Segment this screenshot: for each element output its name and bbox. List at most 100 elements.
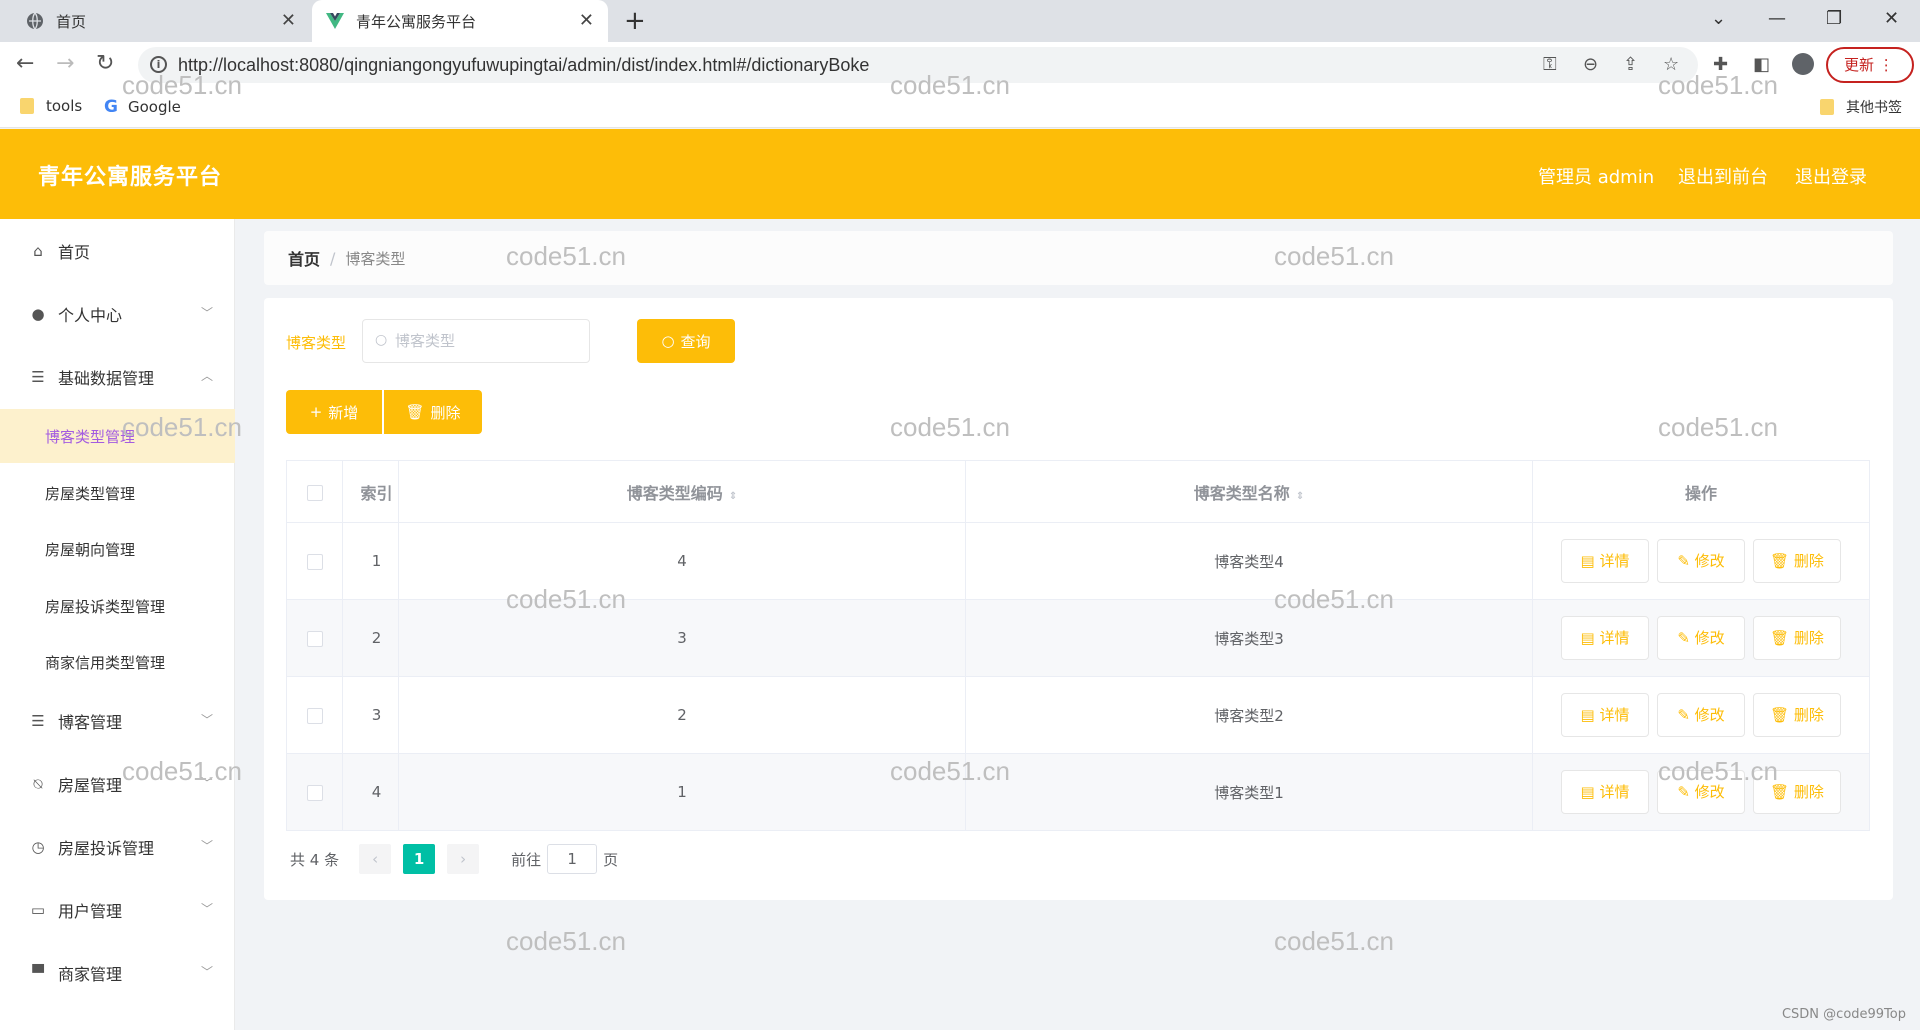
- row-checkbox[interactable]: [306, 553, 323, 570]
- search-field[interactable]: ○: [362, 319, 590, 363]
- goto-page-input[interactable]: 1: [547, 844, 598, 874]
- detail-button[interactable]: ▤ 详情: [1561, 770, 1649, 814]
- select-all-checkbox[interactable]: [306, 484, 323, 501]
- site-info-icon[interactable]: i: [150, 56, 167, 73]
- side-panel-icon[interactable]: ◧: [1753, 54, 1770, 75]
- row-select-cell: [286, 522, 343, 600]
- add-button[interactable]: + 新增: [286, 390, 382, 434]
- bookmark-tools[interactable]: tools: [20, 97, 82, 115]
- pagination: 共 4 条 ‹ 1 › 前往 1 页: [290, 844, 618, 874]
- back-icon[interactable]: ←: [16, 52, 34, 76]
- close-tab-icon[interactable]: ✕: [281, 12, 296, 30]
- search-icon: ○: [661, 332, 675, 350]
- close-tab-icon[interactable]: ✕: [579, 12, 594, 30]
- to-front-link[interactable]: 退出到前台: [1678, 163, 1768, 189]
- sidebar-sub-house-orientation[interactable]: 房屋朝向管理: [0, 522, 235, 576]
- url-text[interactable]: http://localhost:8080/qingniangongyufuwu…: [178, 55, 869, 76]
- column-header-ops: 操作: [1532, 460, 1870, 523]
- delete-button[interactable]: 🗑 删除: [1753, 616, 1841, 660]
- column-header-index: 索引: [342, 460, 399, 523]
- breadcrumb: 首页 / 博客类型: [264, 231, 1893, 285]
- column-header-code[interactable]: 博客类型编码 ⇕: [398, 460, 966, 523]
- extensions-icon[interactable]: ✚: [1713, 54, 1728, 75]
- table-row: 4 1 博客类型1 ▤ 详情 ✎ 修改 🗑 删除: [286, 753, 1870, 831]
- row-checkbox[interactable]: [306, 707, 323, 724]
- reload-icon[interactable]: ↻: [96, 52, 114, 76]
- vue-logo-icon: [326, 12, 344, 30]
- list-icon: ☰: [31, 712, 45, 730]
- goto-prefix: 前往: [511, 850, 542, 869]
- clock-icon: ◷: [31, 838, 45, 856]
- cell-ops: ▤ 详情 ✎ 修改 🗑 删除: [1532, 753, 1870, 831]
- delete-button[interactable]: 🗑 删除: [1753, 693, 1841, 737]
- zoom-icon[interactable]: ⊖: [1583, 54, 1598, 75]
- query-button[interactable]: ○ 查询: [637, 319, 735, 363]
- cell-code: 3: [398, 599, 966, 677]
- page-number-current[interactable]: 1: [403, 844, 436, 874]
- folder-icon: [20, 98, 34, 114]
- sidebar-item-complaint[interactable]: ◷ 房屋投诉管理 ﹀: [0, 819, 235, 875]
- delete-button[interactable]: 🗑 删除: [1753, 539, 1841, 583]
- star-icon[interactable]: ☆: [1663, 54, 1679, 75]
- globe-icon: [26, 12, 44, 30]
- chevron-down-icon: ﹀: [200, 776, 213, 790]
- tab-search-chevron-icon[interactable]: ⌄: [1711, 8, 1726, 29]
- update-button[interactable]: 更新 ⋮: [1826, 47, 1914, 83]
- row-checkbox[interactable]: [306, 784, 323, 801]
- minimize-icon[interactable]: —: [1768, 8, 1786, 29]
- new-tab-icon[interactable]: +: [624, 7, 646, 35]
- url-omnibox[interactable]: i http://localhost:8080/qingniangongyufu…: [138, 47, 1698, 83]
- bookmark-other[interactable]: 其他书签: [1820, 97, 1902, 117]
- detail-button[interactable]: ▤ 详情: [1561, 693, 1649, 737]
- detail-button[interactable]: ▤ 详情: [1561, 616, 1649, 660]
- table-header-row: 索引 博客类型编码 ⇕ 博客类型名称 ⇕ 操作: [286, 460, 1870, 523]
- sidebar-item-users[interactable]: ▭ 用户管理 ﹀: [0, 882, 235, 938]
- detail-button[interactable]: ▤ 详情: [1561, 539, 1649, 583]
- tab-label: 青年公寓服务平台: [356, 12, 477, 31]
- watermark: code51.cn: [506, 926, 626, 956]
- forward-icon[interactable]: →: [56, 52, 74, 76]
- profile-avatar-icon[interactable]: [1792, 53, 1814, 75]
- maximize-icon[interactable]: ❐: [1826, 8, 1842, 29]
- share-icon[interactable]: ⇪: [1623, 54, 1638, 75]
- edit-button[interactable]: ✎ 修改: [1657, 770, 1745, 814]
- sidebar-item-basic-data[interactable]: ☰ 基础数据管理 ︿: [0, 349, 235, 405]
- sidebar-item-home[interactable]: ⌂ 首页: [0, 223, 235, 279]
- sidebar: ⌂ 首页 ● 个人中心 ﹀ ☰ 基础数据管理 ︿ 博客类型管理 房屋类型管理 房…: [0, 219, 235, 1030]
- edit-button[interactable]: ✎ 修改: [1657, 616, 1745, 660]
- chevron-up-icon: ︿: [200, 369, 213, 383]
- logout-link[interactable]: 退出登录: [1795, 163, 1867, 189]
- search-input[interactable]: [395, 330, 575, 352]
- browser-tab-active[interactable]: 青年公寓服务平台 ✕: [312, 0, 608, 42]
- sidebar-item-profile[interactable]: ● 个人中心 ﹀: [0, 286, 235, 342]
- row-checkbox[interactable]: [306, 630, 323, 647]
- key-icon[interactable]: ⚿: [1543, 54, 1557, 75]
- data-table: 索引 博客类型编码 ⇕ 博客类型名称 ⇕ 操作 1 4 博客类型4 ▤ 详情 ✎ 修改…: [286, 460, 1870, 831]
- next-page-button[interactable]: ›: [447, 844, 480, 874]
- delete-button[interactable]: 🗑 删除: [1753, 770, 1841, 814]
- sidebar-sub-complaint-type[interactable]: 房屋投诉类型管理: [0, 579, 235, 633]
- close-window-icon[interactable]: ✕: [1884, 8, 1899, 29]
- sort-icon[interactable]: ⇕: [1296, 491, 1304, 502]
- sidebar-sub-house-type[interactable]: 房屋类型管理: [0, 466, 235, 520]
- sidebar-sub-merchant-credit[interactable]: 商家信用类型管理: [0, 635, 235, 689]
- credit-label: CSDN @code99Top: [1781, 1007, 1906, 1022]
- table-row: 1 4 博客类型4 ▤ 详情 ✎ 修改 🗑 删除: [286, 522, 1870, 600]
- sidebar-item-house[interactable]: ⍉ 房屋管理 ﹀: [0, 756, 235, 812]
- cell-name: 博客类型2: [965, 676, 1533, 754]
- sidebar-item-blog[interactable]: ☰ 博客管理 ﹀: [0, 693, 235, 749]
- bookmark-google[interactable]: G Google: [104, 97, 181, 117]
- edit-button[interactable]: ✎ 修改: [1657, 693, 1745, 737]
- edit-button[interactable]: ✎ 修改: [1657, 539, 1745, 583]
- breadcrumb-home[interactable]: 首页: [288, 246, 320, 270]
- stamp-icon: ▀: [32, 964, 44, 982]
- chat-icon: ▭: [30, 901, 46, 919]
- column-header-name[interactable]: 博客类型名称 ⇕: [965, 460, 1533, 523]
- prev-page-button[interactable]: ‹: [359, 844, 392, 874]
- sidebar-item-merchant[interactable]: ▀ 商家管理 ﹀: [0, 945, 235, 1001]
- sidebar-sub-blog-type[interactable]: 博客类型管理: [0, 409, 235, 463]
- browser-tab-home[interactable]: 首页 ✕: [0, 0, 310, 42]
- sort-icon[interactable]: ⇕: [729, 491, 737, 502]
- pagination-total: 共 4 条: [290, 850, 340, 869]
- batch-delete-button[interactable]: 🗑 删除: [384, 390, 482, 434]
